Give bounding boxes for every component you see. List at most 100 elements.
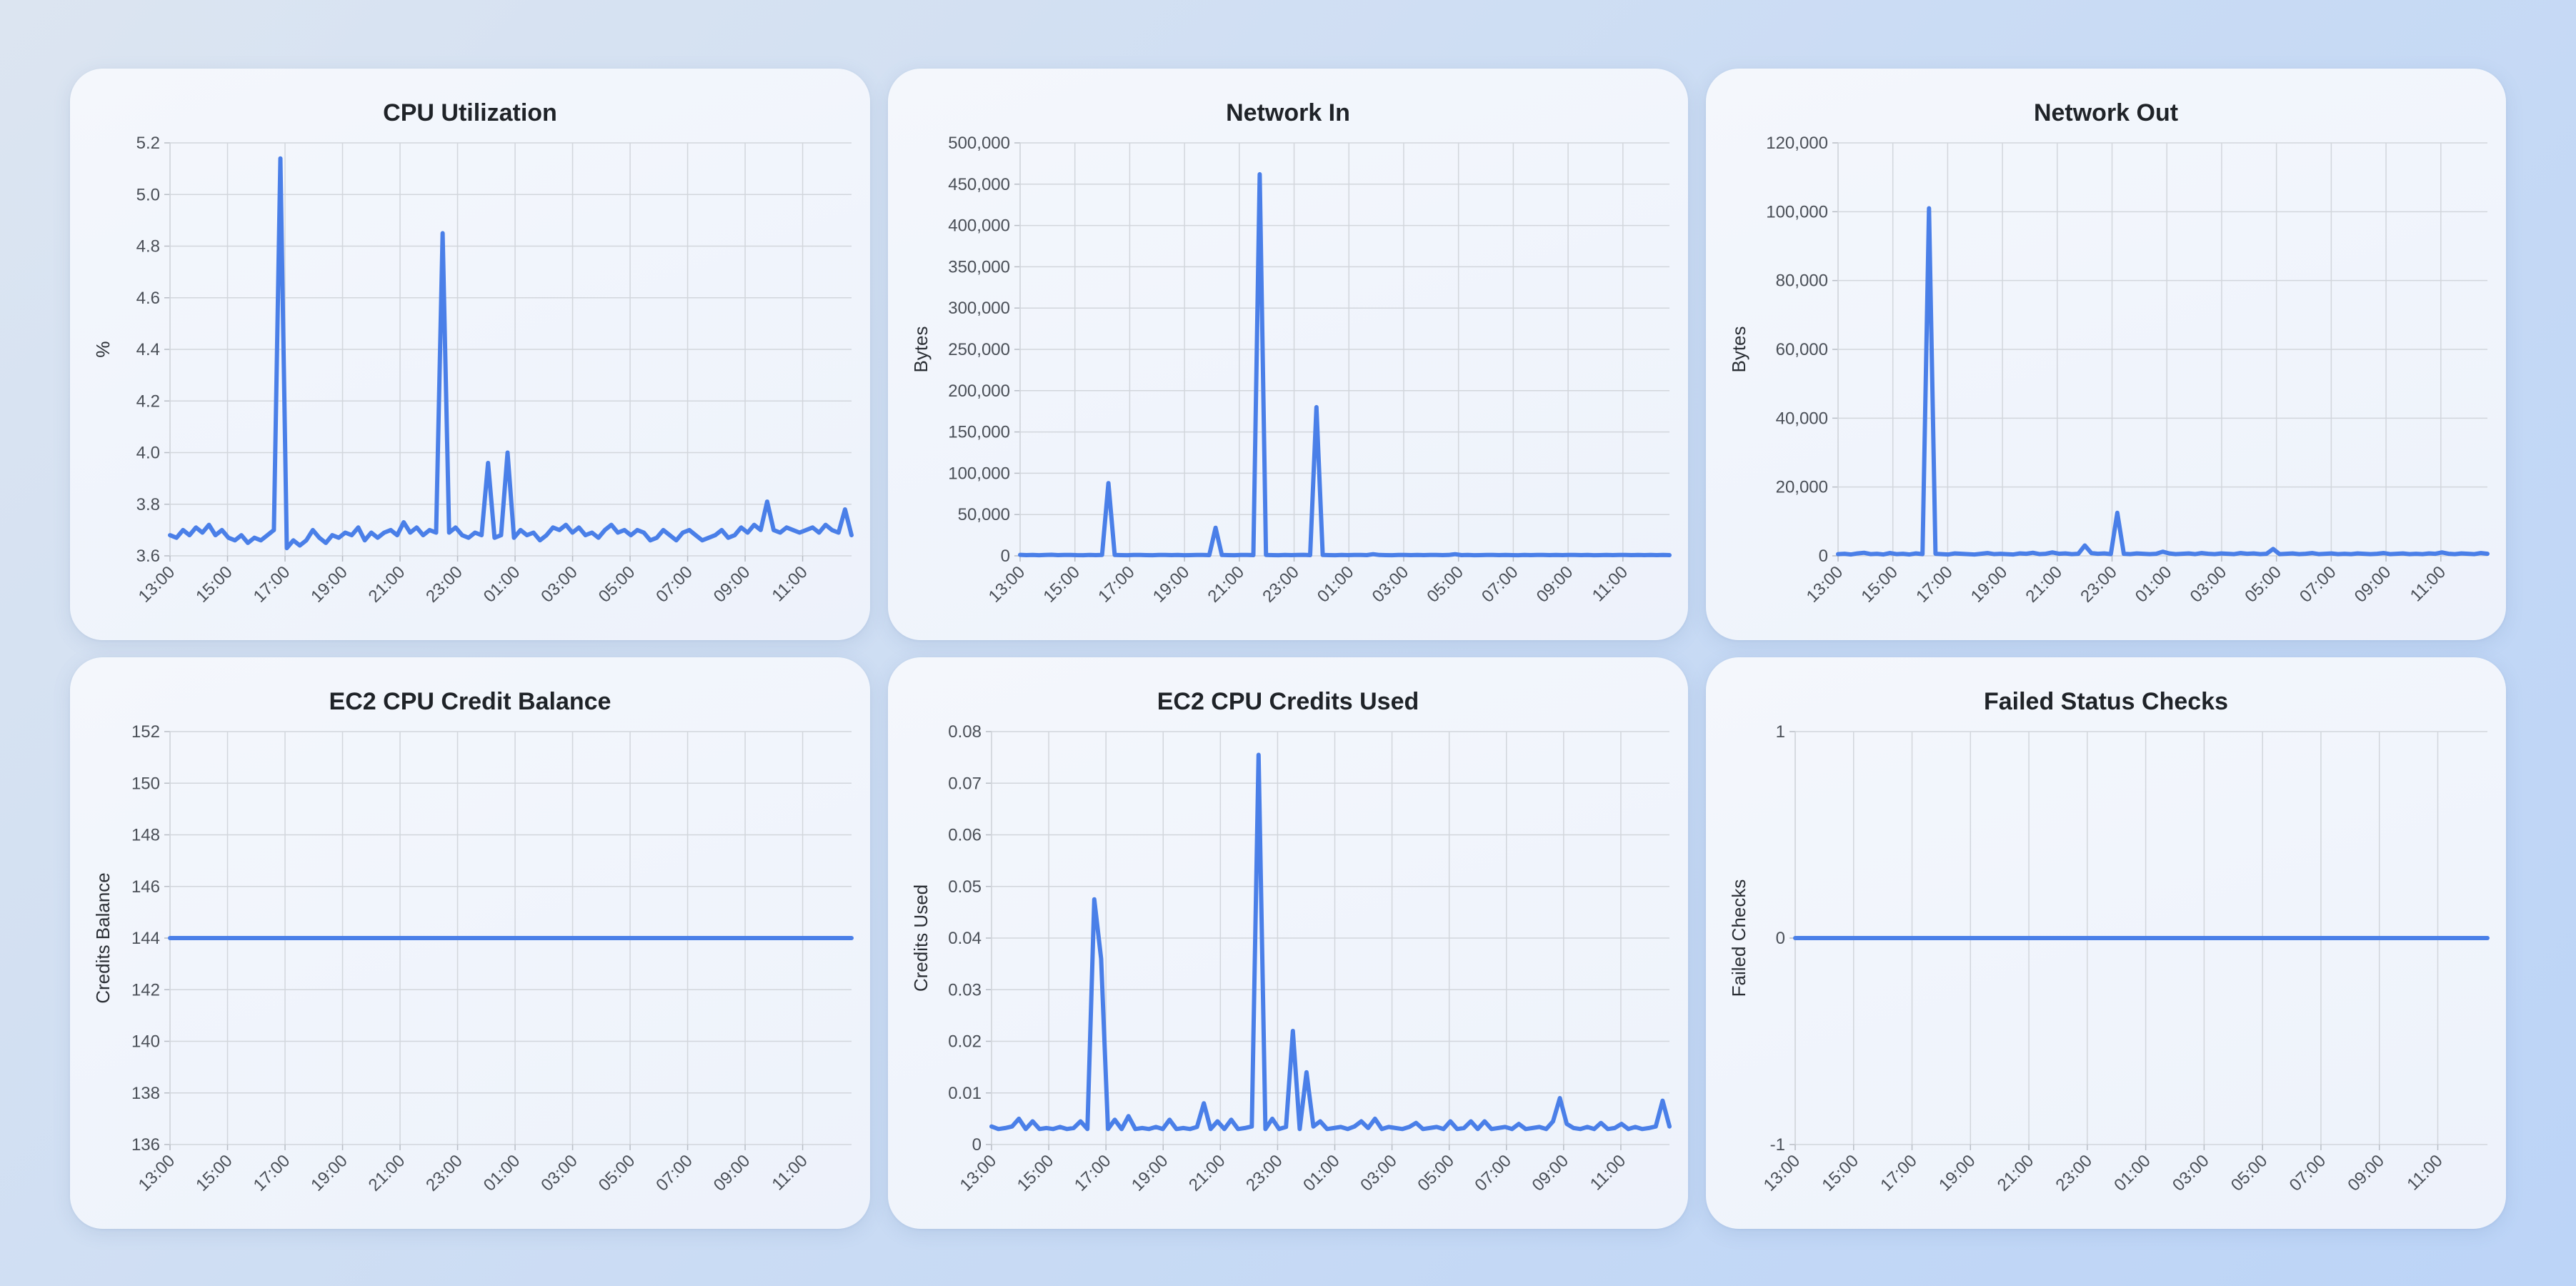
x-tick-label: 09:00 xyxy=(1529,1151,1573,1195)
y-axis-label: % xyxy=(92,341,114,357)
x-tick-label: 21:00 xyxy=(365,1151,409,1195)
x-tick-label: 19:00 xyxy=(307,1151,351,1195)
chart-card-cpu-utilization: CPU Utilization 3.6 3.8 4.0 4.2 4.4 4.6 4.8 5.0 5… xyxy=(70,69,870,640)
x-tick-label: 15:00 xyxy=(192,562,236,607)
y-axis-label: Bytes xyxy=(1728,326,1749,372)
y-tick-label: 300,000 xyxy=(948,299,1010,318)
x-tick-label: 03:00 xyxy=(2169,1151,2213,1195)
y-tick-label: -1 xyxy=(1770,1135,1785,1155)
series-line xyxy=(1018,171,1672,558)
x-tick-label: 15:00 xyxy=(1857,562,1902,607)
chart-svg: Failed Status Checks -1 0 1 13:00 15:00 17:00 1… xyxy=(1728,688,2490,1195)
x-tick-label: 17:00 xyxy=(1071,1151,1115,1195)
y-tick-label: 100,000 xyxy=(1766,202,1828,221)
x-tick-label: 13:00 xyxy=(135,562,179,607)
x-tick-label: 01:00 xyxy=(480,562,524,607)
x-tick-label: 11:00 xyxy=(1589,562,1632,605)
y-tick-label: 100,000 xyxy=(948,464,1010,483)
x-tick-label: 21:00 xyxy=(1994,1151,2038,1195)
x-tick-label: 19:00 xyxy=(307,562,351,607)
y-tick-label: 5.2 xyxy=(136,134,160,153)
y-tick-label: 152 xyxy=(131,722,160,742)
chart-card-network-out: Network Out 0 20,000 40,000 60,000 80,000 100,… xyxy=(1706,69,2506,640)
y-tick-label: 142 xyxy=(131,980,160,1000)
y-tick-label: 0 xyxy=(1819,547,1828,566)
x-tick-label: 19:00 xyxy=(1128,1151,1172,1195)
x-tick-label: 05:00 xyxy=(595,1151,639,1195)
chart-title: EC2 CPU Credit Balance xyxy=(329,688,611,715)
y-tick-label: 0.05 xyxy=(948,877,982,897)
chart-card-cpu-credits-used: EC2 CPU Credits Used 0 0.01 0.02 0.03 0.04 0.0… xyxy=(888,657,1688,1229)
chart-title: Failed Status Checks xyxy=(1984,688,2228,715)
y-tick-label: 500,000 xyxy=(948,134,1010,153)
chart-svg: CPU Utilization 3.6 3.8 4.0 4.2 4.4 4.6 4.8 5.0 5… xyxy=(92,99,854,607)
x-tick-label: 11:00 xyxy=(2403,1151,2446,1194)
y-tick-label: 0.07 xyxy=(948,774,982,793)
x-tick-label: 01:00 xyxy=(1299,1151,1344,1195)
y-tick-label: 200,000 xyxy=(948,382,1010,401)
x-tick-label: 19:00 xyxy=(1149,562,1194,607)
chart-svg: Network Out 0 20,000 40,000 60,000 80,000 100,… xyxy=(1728,99,2490,607)
y-tick-label: 4.8 xyxy=(136,237,160,256)
y-tick-label: 0 xyxy=(1001,547,1010,566)
x-tick-label: 23:00 xyxy=(1242,1151,1287,1195)
x-tick-label: 09:00 xyxy=(1533,562,1577,607)
x-tick-label: 15:00 xyxy=(192,1151,236,1195)
y-tick-label: 150,000 xyxy=(948,423,1010,442)
x-tick-label: 05:00 xyxy=(1414,1151,1458,1195)
x-tick-label: 09:00 xyxy=(2351,562,2395,607)
x-tick-label: 15:00 xyxy=(1039,562,1084,607)
x-tick-label: 19:00 xyxy=(1967,562,2012,607)
chart-card-network-in: Network In 0 50,000 100,000 150,000 200,000 25… xyxy=(888,69,1688,640)
y-tick-label: 4.2 xyxy=(136,392,160,411)
y-tick-label: 1 xyxy=(1776,722,1785,742)
y-tick-label: 350,000 xyxy=(948,257,1010,276)
y-tick-label: 0.02 xyxy=(948,1032,982,1052)
x-tick-label: 17:00 xyxy=(250,562,294,607)
x-tick-label: 09:00 xyxy=(2344,1151,2388,1195)
y-tick-label: 138 xyxy=(131,1084,160,1103)
y-tick-label: 150 xyxy=(131,774,160,793)
chart-svg: EC2 CPU Credit Balance 136 138 140 142 144 146… xyxy=(92,688,854,1195)
x-tick-label: 07:00 xyxy=(1471,1151,1515,1195)
chart-title: Network Out xyxy=(2034,99,2178,126)
x-tick-label: 11:00 xyxy=(769,1151,812,1194)
y-tick-label: 0.01 xyxy=(948,1084,982,1103)
y-tick-label: 0.06 xyxy=(948,826,982,845)
y-axis-label: Credits Balance xyxy=(92,872,114,1004)
x-tick-label: 19:00 xyxy=(1935,1151,1980,1195)
y-tick-label: 250,000 xyxy=(948,340,1010,359)
chart-title: EC2 CPU Credits Used xyxy=(1157,688,1419,715)
x-tick-label: 15:00 xyxy=(1014,1151,1058,1195)
x-tick-label: 11:00 xyxy=(769,562,812,605)
y-axis-label: Credits Used xyxy=(910,884,932,992)
y-tick-label: 4.4 xyxy=(136,340,160,359)
series-line xyxy=(1836,206,2490,557)
x-tick-label: 21:00 xyxy=(1185,1151,1229,1195)
y-tick-label: 146 xyxy=(131,877,160,897)
x-tick-label: 07:00 xyxy=(652,562,697,607)
x-tick-label: 03:00 xyxy=(1369,562,1413,607)
x-tick-label: 05:00 xyxy=(595,562,639,607)
y-tick-label: 4.0 xyxy=(136,444,160,463)
y-axis-label: Failed Checks xyxy=(1728,879,1749,997)
y-axis-label: Bytes xyxy=(910,326,932,372)
y-tick-label: 3.8 xyxy=(136,495,160,514)
y-tick-label: 148 xyxy=(131,826,160,845)
y-tick-label: 144 xyxy=(131,929,160,948)
y-tick-label: 0.03 xyxy=(948,980,982,1000)
x-tick-label: 03:00 xyxy=(1357,1151,1401,1195)
x-tick-label: 07:00 xyxy=(1478,562,1522,607)
y-tick-label: 80,000 xyxy=(1776,271,1828,291)
x-tick-label: 17:00 xyxy=(1877,1151,1921,1195)
x-tick-label: 17:00 xyxy=(250,1151,294,1195)
y-tick-label: 400,000 xyxy=(948,216,1010,236)
chart-card-failed-status-checks: Failed Status Checks -1 0 1 13:00 15:00 17:00 1… xyxy=(1706,657,2506,1229)
x-tick-label: 01:00 xyxy=(480,1151,524,1195)
x-tick-label: 01:00 xyxy=(2132,562,2176,607)
chart-title: Network In xyxy=(1226,99,1350,126)
x-tick-label: 21:00 xyxy=(1204,562,1249,607)
y-tick-label: 0 xyxy=(1776,929,1785,948)
x-tick-label: 01:00 xyxy=(2110,1151,2155,1195)
chart-svg: EC2 CPU Credits Used 0 0.01 0.02 0.03 0.04 0.0… xyxy=(910,688,1672,1195)
